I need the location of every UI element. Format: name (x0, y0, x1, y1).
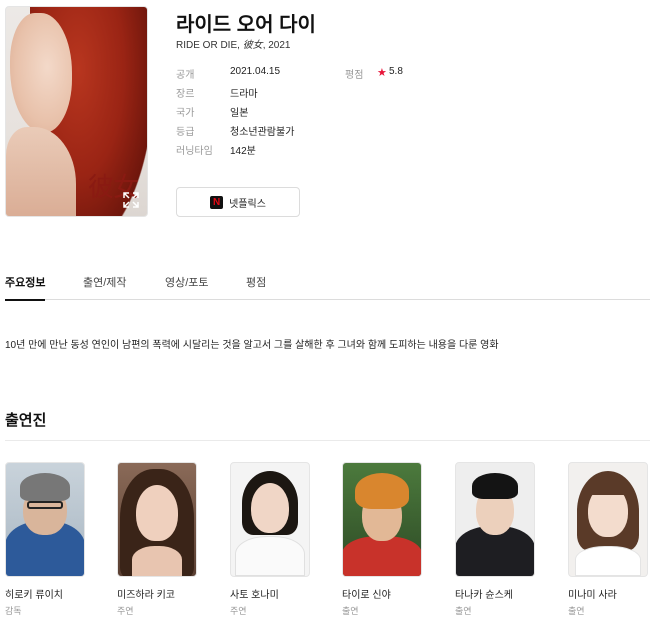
cast-card[interactable]: 미즈하라 키코 주연 (117, 462, 197, 617)
tab-video-photo[interactable]: 영상/포토 (165, 274, 209, 299)
cast-photo (230, 462, 310, 577)
movie-poster[interactable]: 彼女 (5, 6, 148, 217)
cast-name: 타나카 슌스케 (455, 590, 513, 601)
cast-photo (455, 462, 535, 577)
cast-role: 주연 (230, 606, 247, 616)
cast-card[interactable]: 사토 호나미 주연 (230, 462, 310, 617)
poster-face (10, 13, 72, 133)
tab-reviews[interactable]: 평점 (246, 274, 266, 299)
cast-photo (5, 462, 85, 577)
star-icon: ★ (377, 67, 387, 79)
cast-role: 출연 (568, 606, 585, 616)
movie-subtitle: RIDE OR DIE, 彼女, 2021 (176, 40, 291, 51)
expand-icon[interactable] (123, 192, 139, 208)
cast-role: 출연 (455, 606, 472, 616)
cast-name: 타이로 신야 (342, 590, 391, 601)
movie-title: 라이드 오어 다이 (176, 14, 316, 36)
cast-role: 출연 (342, 606, 359, 616)
cast-role: 주연 (117, 606, 134, 616)
cast-card[interactable]: 미나미 사라 출연 (568, 462, 648, 617)
cast-card[interactable]: 타나카 슌스케 출연 (455, 462, 535, 617)
netflix-button[interactable]: N 넷플릭스 (176, 187, 300, 217)
tab-main-info[interactable]: 주요정보 (5, 274, 46, 301)
netflix-icon: N (210, 195, 224, 209)
tab-cast-production[interactable]: 출연/제작 (83, 274, 127, 299)
synopsis: 10년 만에 만난 동성 연인이 남편의 폭력에 시달리는 것을 알고서 그를 … (5, 340, 499, 351)
score-rating: 평점 ★ 5.8 (345, 66, 403, 81)
netflix-label: 넷플릭스 (229, 198, 266, 210)
cast-section-title: 출연진 (5, 412, 47, 429)
cast-name: 사토 호나미 (230, 590, 279, 601)
cast-photo (342, 462, 422, 577)
cast-name: 미즈하라 키코 (117, 590, 175, 601)
cast-card[interactable]: 타이로 신야 출연 (342, 462, 422, 617)
cast-role: 감독 (5, 606, 22, 616)
divider (5, 440, 650, 441)
cast-card[interactable]: 히로키 류이치 감독 (5, 462, 85, 617)
cast-photo (568, 462, 648, 577)
cast-photo (117, 462, 197, 577)
tab-bar: 주요정보 출연/제작 영상/포토 평점 (5, 270, 650, 301)
cast-name: 미나미 사라 (568, 590, 617, 601)
cast-name: 히로키 류이치 (5, 590, 63, 601)
